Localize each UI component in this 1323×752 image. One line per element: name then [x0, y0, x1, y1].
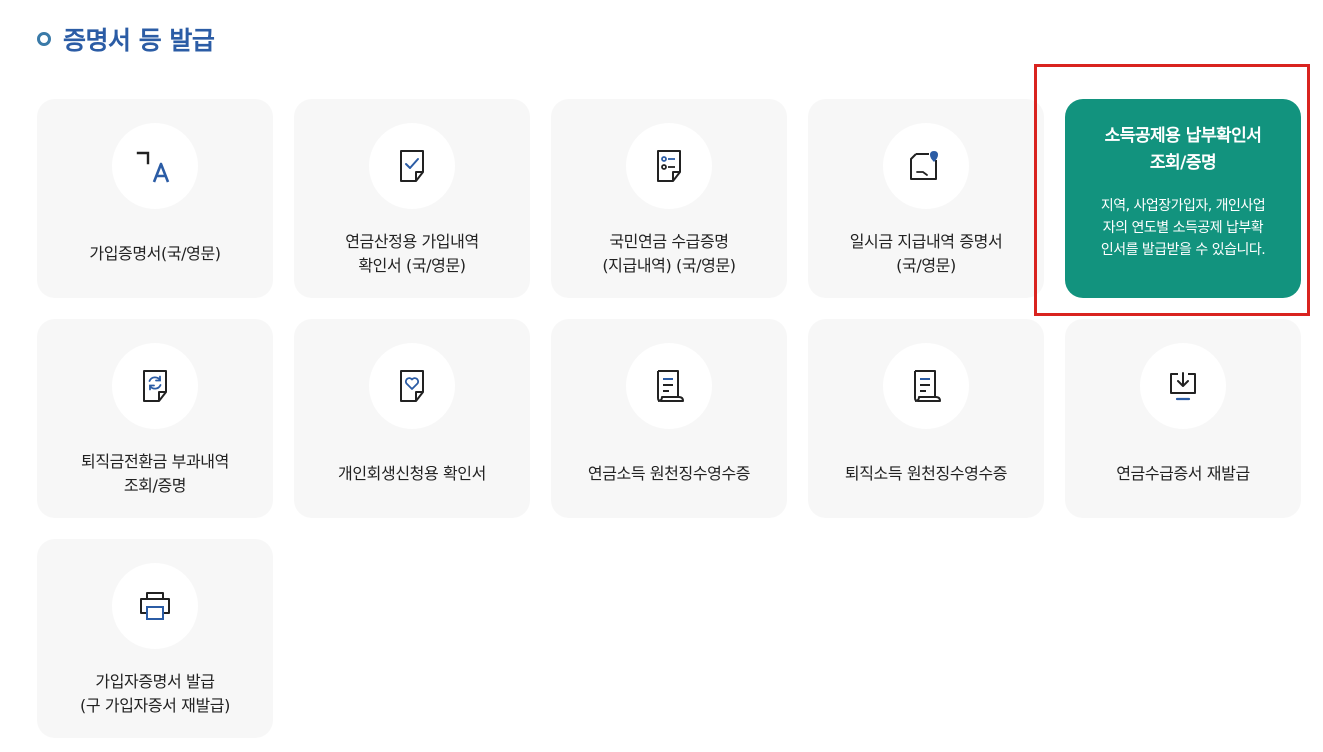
- card-rehabilitation-confirmation[interactable]: 개인회생신청용 확인서: [294, 319, 530, 518]
- receipt-icon: [626, 343, 712, 429]
- card-enrollment-history[interactable]: 연금산정용 가입내역 확인서 (국/영문): [294, 99, 530, 298]
- download-tray-icon: [1140, 343, 1226, 429]
- card-label: 일시금 지급내역 증명서 (국/영문): [849, 231, 1003, 275]
- highlight-card-description: 지역, 사업장가입자, 개인사업 자의 연도별 소득공제 납부확 인서를 발급받…: [1100, 198, 1266, 258]
- receipt-icon: [883, 343, 969, 429]
- card-severance-conversion[interactable]: 퇴직금전환금 부과내역 조회/증명: [37, 319, 273, 518]
- card-label: 가입증명서(국/영문): [89, 243, 221, 263]
- card-retirement-income-withholding[interactable]: 퇴직소득 원천징수영수증: [808, 319, 1044, 518]
- card-lump-sum-certificate[interactable]: 일시금 지급내역 증명서 (국/영문): [808, 99, 1044, 298]
- highlight-card-title: 소득공제용 납부확인서 조회/증명: [1104, 126, 1262, 173]
- document-refresh-icon: [112, 343, 198, 429]
- document-heart-icon: [369, 343, 455, 429]
- card-label: 국민연금 수급증명 (지급내역) (국/영문): [602, 231, 736, 275]
- certificate-grid: 가입증명서(국/영문) 연금산정용 가입내역 확인서 (국/영문) 국민연금 수…: [37, 99, 1301, 738]
- card-label: 가입자증명서 발급 (구 가입자증서 재발급): [80, 671, 230, 715]
- section-header: 증명서 등 발급: [37, 22, 215, 56]
- card-label: 퇴직금전환금 부과내역 조회/증명: [81, 451, 229, 495]
- bullet-circle-icon: [37, 32, 51, 46]
- card-label: 연금수급증서 재발급: [1116, 463, 1250, 483]
- language-ka-icon: [112, 123, 198, 209]
- document-pen-icon: [883, 123, 969, 209]
- card-label: 개인회생신청용 확인서: [338, 463, 486, 483]
- document-check-icon: [369, 123, 455, 209]
- card-membership-certificate[interactable]: 가입증명서(국/영문): [37, 99, 273, 298]
- card-pension-receipt-proof[interactable]: 국민연금 수급증명 (지급내역) (국/영문): [551, 99, 787, 298]
- document-list-icon: [626, 123, 712, 209]
- printer-icon: [112, 563, 198, 649]
- card-pension-certificate-reissue[interactable]: 연금수급증서 재발급: [1065, 319, 1301, 518]
- section-title: 증명서 등 발급: [63, 26, 215, 55]
- card-label: 연금산정용 가입내역 확인서 (국/영문): [345, 231, 479, 275]
- card-tax-deduction-payment-confirmation[interactable]: 소득공제용 납부확인서 조회/증명 지역, 사업장가입자, 개인사업 자의 연도…: [1065, 99, 1301, 298]
- card-pension-income-withholding[interactable]: 연금소득 원천징수영수증: [551, 319, 787, 518]
- card-label: 퇴직소득 원천징수영수증: [844, 463, 1008, 483]
- card-subscriber-certificate-issue[interactable]: 가입자증명서 발급 (구 가입자증서 재발급): [37, 539, 273, 738]
- card-label: 연금소득 원천징수영수증: [587, 463, 751, 483]
